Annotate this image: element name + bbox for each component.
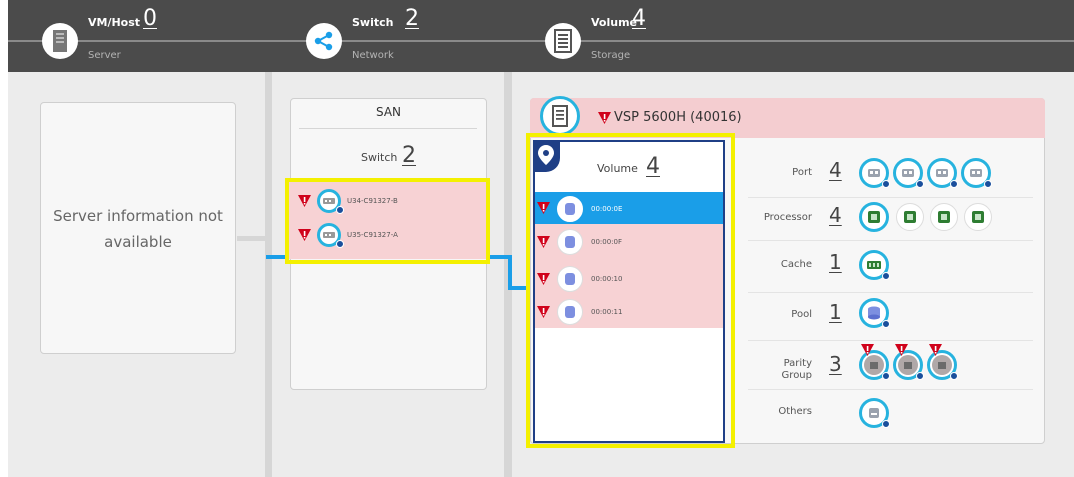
link-badge-icon xyxy=(950,372,958,380)
resource-label: Cache xyxy=(780,259,812,270)
switch-volume-connector xyxy=(508,286,528,290)
share-icon xyxy=(306,23,342,59)
switch-count[interactable]: 2 xyxy=(402,143,416,168)
header-vm-host-title: VM/Host xyxy=(88,16,141,29)
warning-icon xyxy=(929,344,942,356)
link-badge-icon xyxy=(882,420,890,428)
row-divider xyxy=(748,292,1033,293)
resource-count[interactable]: 4 xyxy=(829,203,842,227)
processor-icon[interactable] xyxy=(930,203,958,231)
header-vm-host-subtitle: Server xyxy=(88,50,121,61)
storage-icon xyxy=(545,23,581,59)
topology-view: VM/Host 0 Server Switch 2 Network Volume… xyxy=(0,0,1074,477)
header-switch-title: Switch xyxy=(352,16,394,29)
category-header: VM/Host 0 Server Switch 2 Network Volume… xyxy=(8,0,1074,72)
header-volume-subtitle: Storage xyxy=(591,50,631,61)
link-badge-icon xyxy=(916,372,924,380)
resource-label: Parity Group xyxy=(781,358,812,381)
volume-focus-highlight xyxy=(526,133,735,448)
resource-label: Processor xyxy=(763,212,812,223)
header-volume-count[interactable]: 4 xyxy=(632,6,646,31)
resource-count[interactable]: 1 xyxy=(829,250,842,274)
resource-label: Pool xyxy=(791,309,812,320)
processor-icon[interactable] xyxy=(964,203,992,231)
link-badge-icon xyxy=(882,320,890,328)
processor-icon[interactable] xyxy=(859,202,889,232)
header-vm-host-count[interactable]: 0 xyxy=(143,6,157,31)
row-divider xyxy=(748,389,1033,390)
san-divider xyxy=(299,128,477,129)
resource-label: Others xyxy=(778,406,812,417)
header-switch-subtitle: Network xyxy=(352,50,394,61)
link-badge-icon xyxy=(882,372,890,380)
resource-count[interactable]: 4 xyxy=(829,158,842,182)
header-switch-count[interactable]: 2 xyxy=(405,6,419,31)
resource-label: Port xyxy=(792,167,812,178)
gray-connector xyxy=(237,236,272,241)
server-unavailable-message: Server information not available xyxy=(41,203,235,255)
resource-count[interactable]: 1 xyxy=(829,300,842,324)
header-volume[interactable]: Volume 4 Storage xyxy=(545,6,705,66)
server-message-line1: Server information not xyxy=(53,207,223,225)
switch-volume-connector xyxy=(508,255,512,289)
link-badge-icon xyxy=(882,180,890,188)
link-badge-icon xyxy=(950,180,958,188)
link-badge-icon xyxy=(916,180,924,188)
link-badge-icon xyxy=(984,180,992,188)
warning-icon xyxy=(895,344,908,356)
storage-system-name[interactable]: VSP 5600H (40016) xyxy=(614,110,742,125)
processor-icon[interactable] xyxy=(896,203,924,231)
switch-focus-highlight xyxy=(285,178,490,264)
switch-label: Switch xyxy=(361,151,398,164)
server-panel: Server information not available xyxy=(40,102,236,354)
header-switch[interactable]: Switch 2 Network xyxy=(306,6,466,66)
storage-system-icon[interactable] xyxy=(540,96,580,136)
warning-icon xyxy=(861,344,874,356)
column-divider xyxy=(265,72,272,477)
row-divider xyxy=(748,340,1033,341)
row-divider xyxy=(748,240,1033,241)
switch-volume-connector xyxy=(490,255,510,259)
header-volume-title: Volume xyxy=(591,16,637,29)
san-title: SAN xyxy=(375,105,402,119)
row-divider xyxy=(748,197,1033,198)
server-icon xyxy=(42,23,78,59)
resource-count[interactable]: 3 xyxy=(829,352,842,376)
header-vm-host[interactable]: VM/Host 0 Server xyxy=(42,6,202,66)
warning-icon xyxy=(598,112,611,124)
link-badge-icon xyxy=(882,272,890,280)
server-message-line2: available xyxy=(104,233,172,251)
